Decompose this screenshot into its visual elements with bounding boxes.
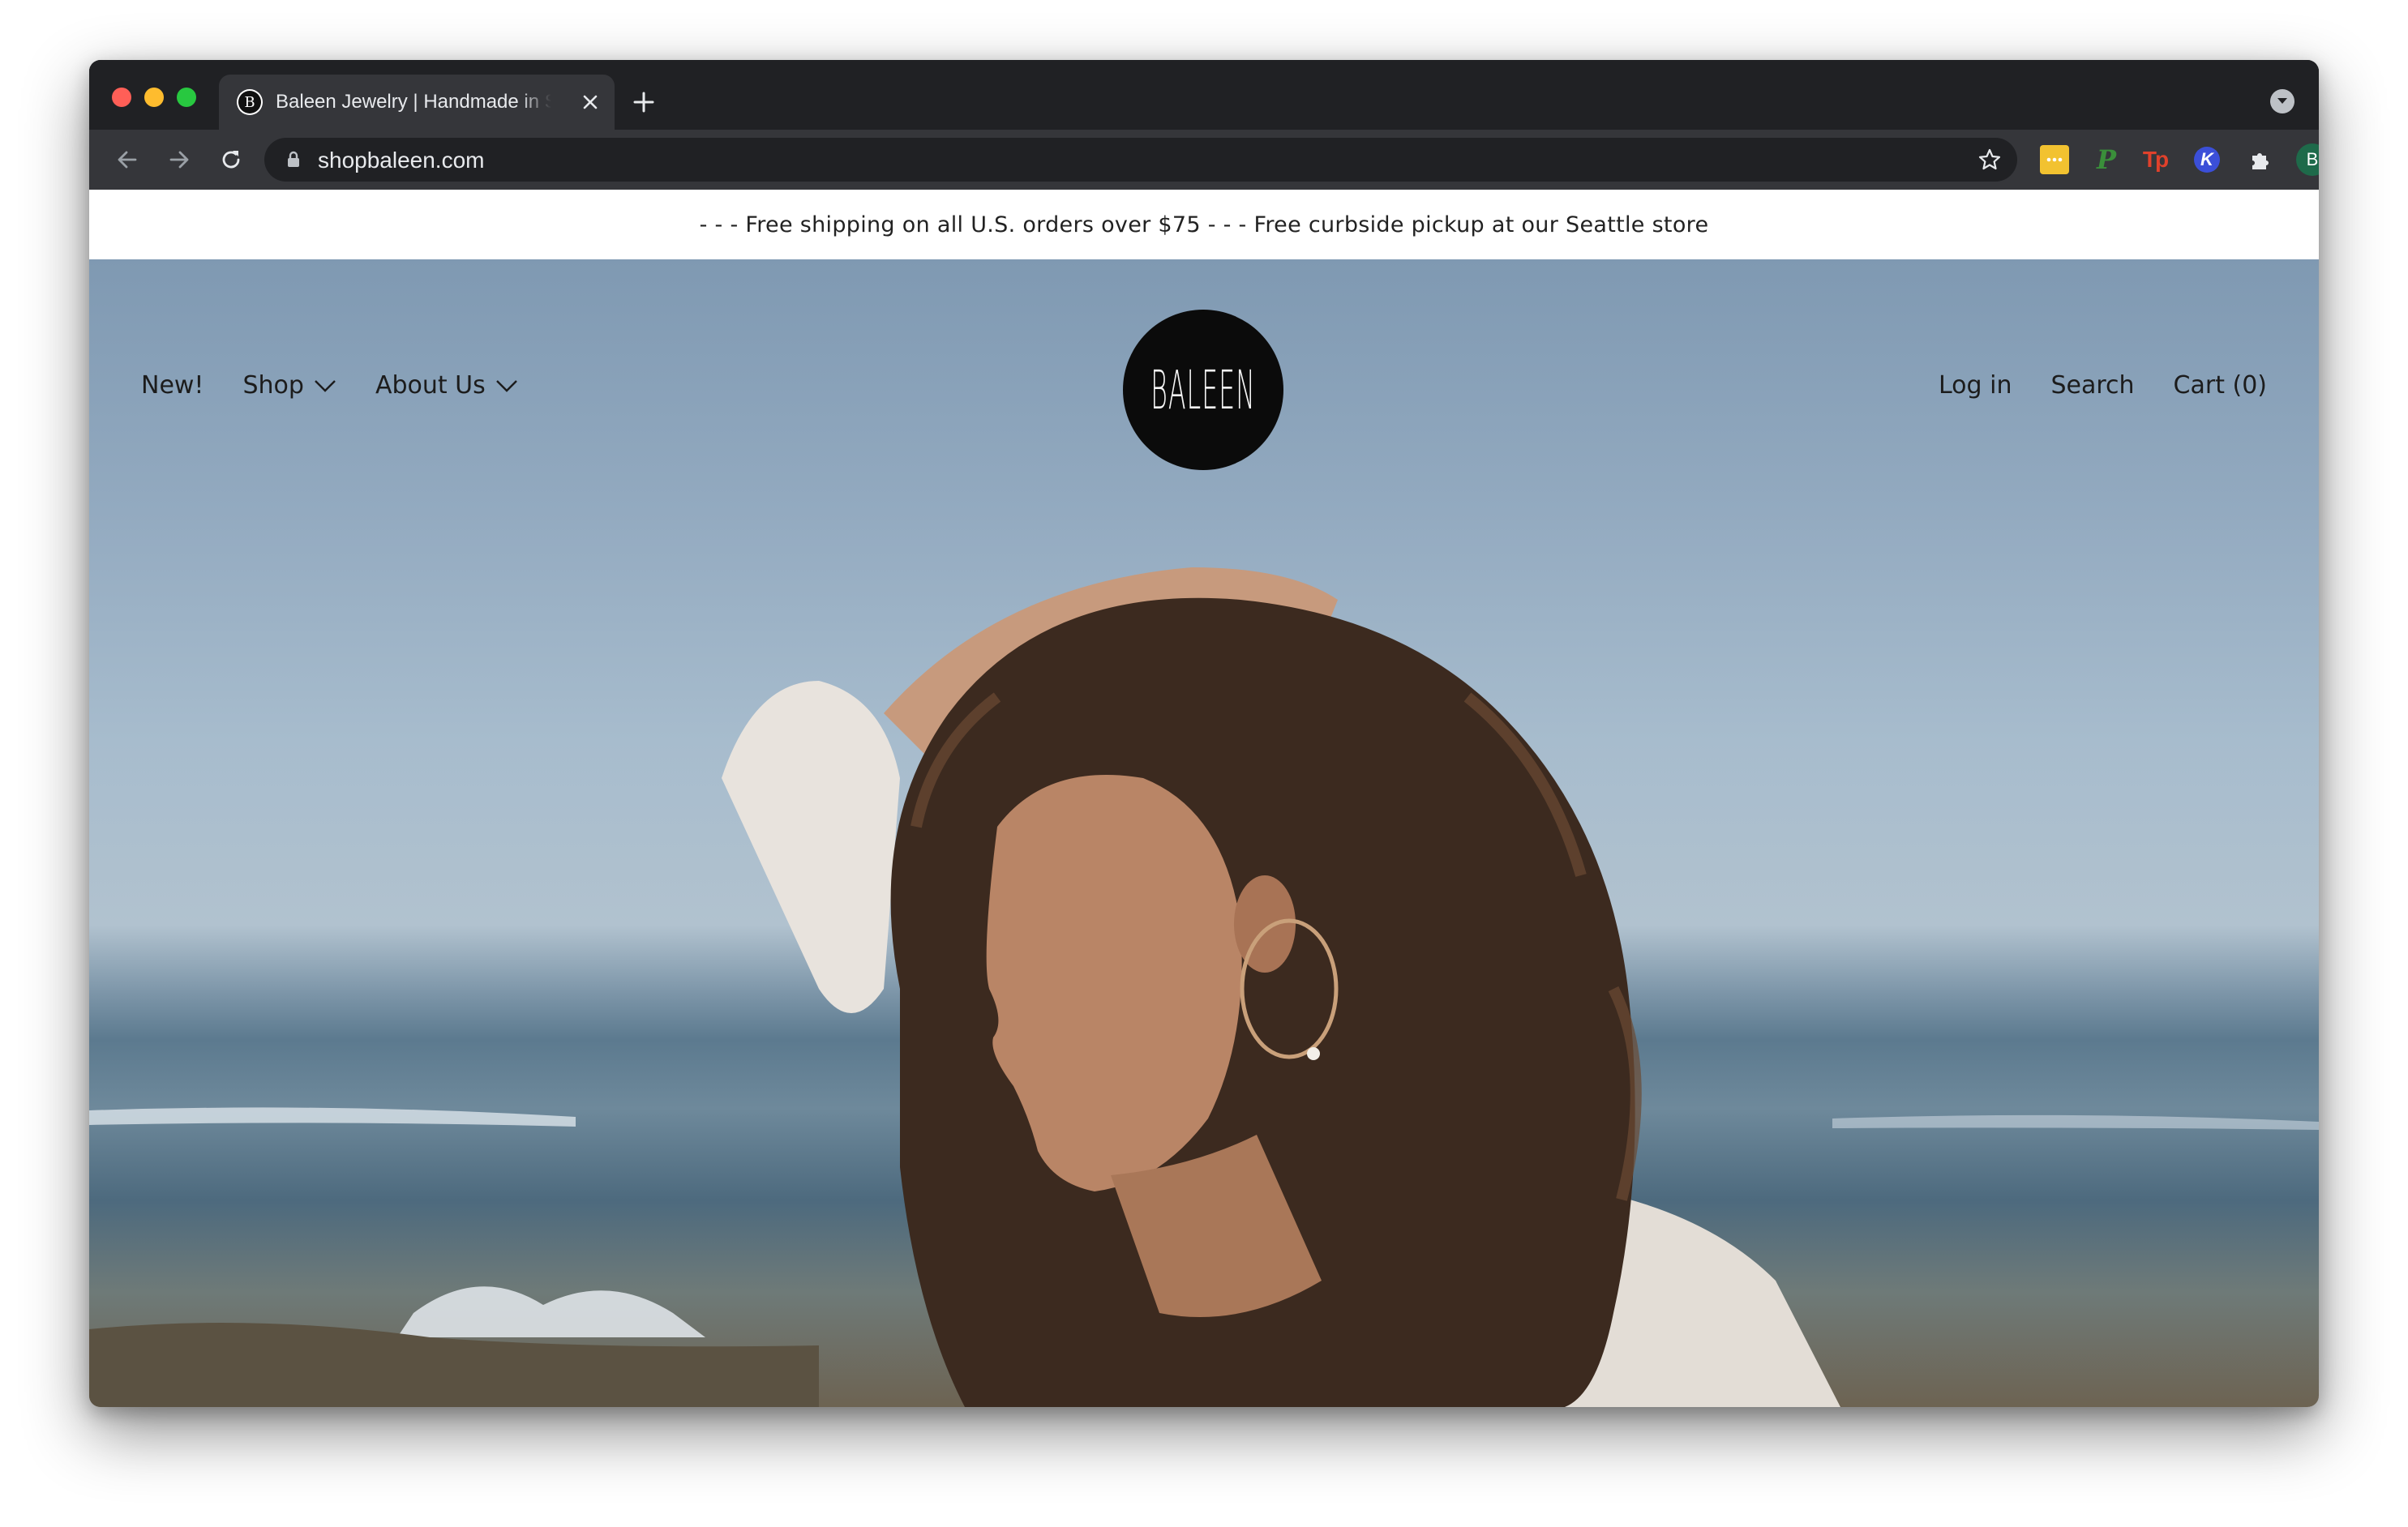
browser-toolbar: shopbaleen.com P Tp K B	[89, 130, 2319, 190]
new-tab-plus-icon[interactable]	[626, 84, 662, 120]
tab-strip: B Baleen Jewelry | Handmade in Seattle	[89, 60, 2319, 130]
announcement-bar: - - - Free shipping on all U.S. orders o…	[89, 190, 2319, 259]
baleen-logo[interactable]: BALEEN	[1123, 310, 1283, 470]
hero-banner: New! Shop About Us BALEEN Log in Search …	[89, 259, 2319, 1407]
main-nav-left: New! Shop About Us	[141, 371, 557, 400]
tp-extension-icon[interactable]: Tp	[2140, 145, 2170, 174]
site-favicon-icon: B	[237, 89, 263, 115]
sticky-notes-extension-icon[interactable]	[2040, 145, 2069, 174]
nav-shop-label: Shop	[242, 371, 304, 400]
address-bar[interactable]: shopbaleen.com	[264, 138, 2017, 182]
nav-shop-dropdown[interactable]: Shop	[242, 371, 336, 400]
chevron-down-icon	[315, 379, 336, 392]
forward-arrow-icon[interactable]	[159, 139, 199, 180]
tab-title: Baleen Jewelry | Handmade in Seattle	[276, 91, 551, 113]
main-nav-right: Log in Search Cart (0)	[1900, 371, 2267, 400]
lock-icon	[288, 151, 299, 167]
p-extension-icon[interactable]: P	[2092, 144, 2121, 175]
close-window-button[interactable]	[112, 88, 131, 107]
browser-tab-active[interactable]: B Baleen Jewelry | Handmade in Seattle	[219, 75, 615, 130]
chevron-down-icon	[495, 379, 517, 392]
login-link[interactable]: Log in	[1939, 371, 2012, 400]
tab-close-icon[interactable]	[577, 89, 603, 115]
url-text: shopbaleen.com	[318, 148, 485, 173]
bookmark-star-icon[interactable]	[1977, 147, 2003, 173]
nav-about-dropdown[interactable]: About Us	[375, 371, 518, 400]
web-page: - - - Free shipping on all U.S. orders o…	[89, 190, 2319, 1407]
tab-search-chevron-icon[interactable]	[2270, 89, 2294, 113]
cart-link[interactable]: Cart (0)	[2174, 371, 2267, 400]
maximize-window-button[interactable]	[177, 88, 196, 107]
search-link[interactable]: Search	[2050, 371, 2134, 400]
reload-icon[interactable]	[211, 139, 251, 180]
nav-new-link[interactable]: New!	[141, 371, 204, 400]
nav-about-label: About Us	[375, 371, 486, 400]
browser-window: B Baleen Jewelry | Handmade in Seattle s…	[89, 60, 2319, 1407]
minimize-window-button[interactable]	[144, 88, 164, 107]
k-extension-icon[interactable]: K	[2194, 147, 2220, 173]
back-arrow-icon[interactable]	[107, 139, 148, 180]
logo-wordmark: BALEEN	[1150, 358, 1256, 421]
profile-avatar[interactable]: B	[2296, 143, 2319, 176]
extensions-puzzle-icon[interactable]	[2246, 145, 2275, 174]
